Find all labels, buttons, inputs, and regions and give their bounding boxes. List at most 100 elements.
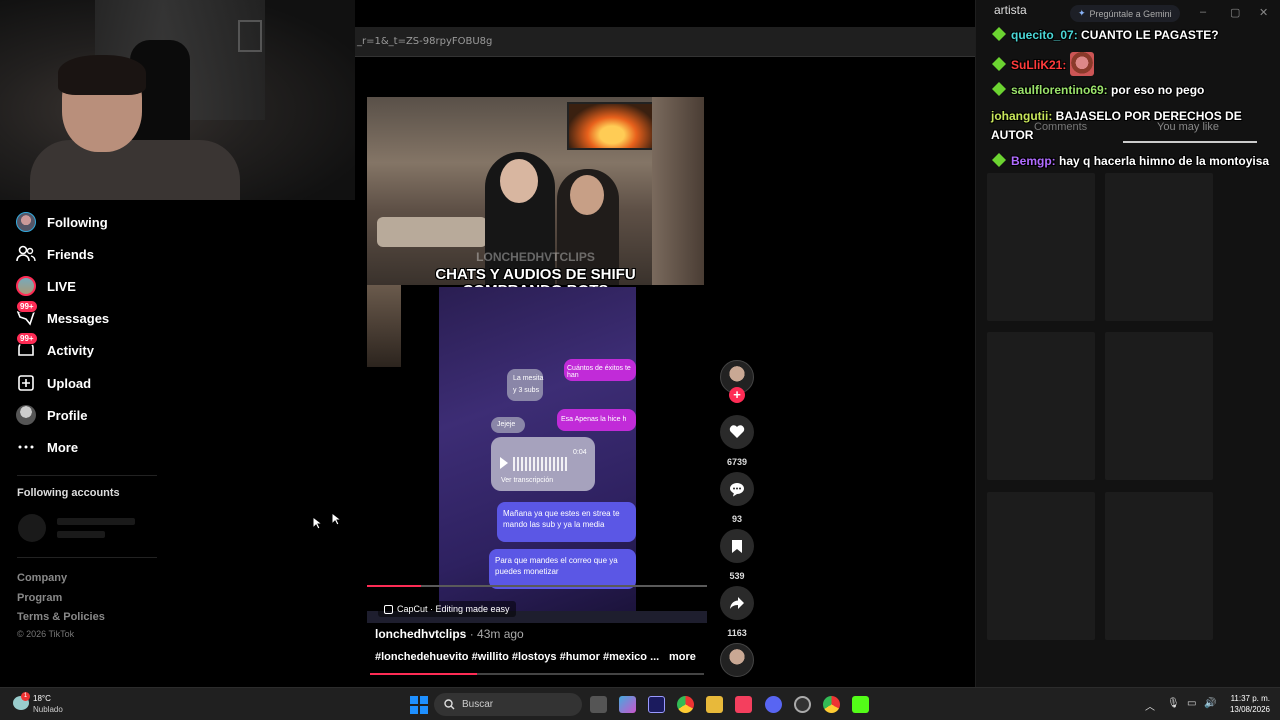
chat-username: SuLliK21: xyxy=(1011,58,1067,72)
audio-message: 0:04 Ver transcripción xyxy=(491,437,595,491)
gemini-button[interactable]: ✦ Pregúntale a Gemini xyxy=(1070,5,1180,22)
footer-link-program[interactable]: Program xyxy=(17,592,62,604)
heart-icon[interactable] xyxy=(720,415,754,449)
steam-icon[interactable] xyxy=(794,696,811,713)
feed-scrub-bar[interactable] xyxy=(370,673,704,675)
gem-badge-icon xyxy=(992,27,1006,41)
chat-username: quecito_07: xyxy=(1011,28,1078,42)
chat-username: Bemgp: xyxy=(1011,154,1056,168)
live-icon xyxy=(14,274,38,298)
file-explorer-icon[interactable] xyxy=(706,696,723,713)
weather-widget[interactable]: 1 18°C Nublado xyxy=(11,692,91,718)
chat-text: por eso no pego xyxy=(1111,83,1205,97)
comment-icon[interactable] xyxy=(720,472,754,506)
next-creator-avatar[interactable] xyxy=(720,643,754,677)
video-player[interactable]: LONCHEDHVTCLIPS CHATS Y AUDIOS DE SHIFU … xyxy=(367,97,707,623)
weather-condition: Nublado xyxy=(33,705,63,714)
sidebar-item-activity[interactable]: 99+ Activity xyxy=(14,332,94,364)
video-progress-bar[interactable] xyxy=(367,585,707,587)
chat-message: johangutii: BAJASELO POR DERECHOS DE AUT… xyxy=(991,107,1251,145)
save-action[interactable]: 539 xyxy=(720,529,754,581)
video-author[interactable]: lonchedhvtclips · 43m ago xyxy=(375,627,524,641)
microphone-icon[interactable]: 🎙 xyxy=(1167,698,1180,709)
address-bar-url: _r=1&_t=ZS-98rpyFOBU8g xyxy=(357,36,493,47)
sidebar-item-label: Following xyxy=(47,214,108,230)
like-action[interactable]: 6739 xyxy=(720,415,754,467)
suggestion-tile[interactable] xyxy=(1105,173,1213,321)
task-view-icon[interactable] xyxy=(590,696,607,713)
sidebar-item-upload[interactable]: Upload xyxy=(14,369,91,397)
sidebar-item-more[interactable]: More xyxy=(14,433,78,461)
copyright: © 2026 TikTok xyxy=(17,629,75,639)
chat-bubble-text: Cuántos de éxitos te han xyxy=(567,365,631,379)
play-icon xyxy=(500,457,508,469)
sidebar-item-label: Upload xyxy=(47,375,92,391)
share-icon[interactable] xyxy=(720,586,754,620)
gem-badge-icon xyxy=(992,82,1006,96)
windows-start-icon[interactable] xyxy=(410,696,428,714)
follow-plus-button[interactable]: + xyxy=(729,387,745,403)
comment-count: 93 xyxy=(731,514,742,524)
activity-icon: 99+ xyxy=(14,332,38,362)
sidebar-item-following[interactable]: Following xyxy=(14,208,108,236)
footer-link-company[interactable]: Company xyxy=(17,572,67,584)
sidebar-item-messages[interactable]: 99+ Messages xyxy=(14,300,110,332)
weather-badge: 1 xyxy=(21,692,30,701)
comment-action[interactable]: 93 xyxy=(720,472,754,524)
taskbar-search[interactable]: Buscar xyxy=(434,693,582,716)
sidebar-item-live[interactable]: LIVE xyxy=(14,272,76,300)
address-bar[interactable]: _r=1&_t=ZS-98rpyFOBU8g xyxy=(355,27,985,57)
chat-bubble-text: La mesita xyxy=(513,375,544,382)
bookmark-icon[interactable] xyxy=(720,529,754,563)
messages-badge: 99+ xyxy=(16,300,38,313)
copilot-icon[interactable] xyxy=(619,696,636,713)
share-count: 1163 xyxy=(727,628,747,638)
mouse-cursor-icon xyxy=(331,512,341,526)
video-progress-fill xyxy=(367,585,422,587)
close-icon[interactable]: ✕ xyxy=(1259,6,1268,19)
music-icon[interactable] xyxy=(735,696,752,713)
network-icon[interactable]: ▭ xyxy=(1187,698,1196,709)
gemini-label: Pregúntale a Gemini xyxy=(1089,8,1172,19)
suggestion-tile[interactable] xyxy=(987,173,1095,321)
audio-duration: 0:04 xyxy=(573,449,587,456)
account-skeleton-line xyxy=(57,518,135,525)
minimize-icon[interactable]: – xyxy=(1200,6,1206,18)
sidebar-item-profile[interactable]: Profile xyxy=(14,401,87,429)
chat-bubble-text: y 3 subs xyxy=(513,387,540,394)
activity-badge: 99+ xyxy=(16,332,38,345)
following-avatar-icon xyxy=(14,210,38,234)
premiere-icon[interactable] xyxy=(648,696,665,713)
webcam-overlay xyxy=(0,0,355,200)
sidebar-item-label: More xyxy=(47,439,79,455)
maximize-icon[interactable]: ▢ xyxy=(1230,6,1240,19)
footer-link-terms[interactable]: Terms & Policies xyxy=(17,611,105,623)
capcut-badge[interactable]: CapCut · Editing made easy xyxy=(378,601,516,617)
video-hashtags[interactable]: #lonchedehuevito #willito #lostoys #humo… xyxy=(375,651,659,663)
divider xyxy=(17,475,157,476)
video-caption-line: CHATS Y AUDIOS DE SHIFU xyxy=(435,266,636,283)
friends-icon xyxy=(14,242,38,266)
messages-icon: 99+ xyxy=(14,300,38,330)
suggestion-tile[interactable] xyxy=(1105,332,1213,480)
more-button[interactable]: more xyxy=(669,651,696,663)
chrome-active-icon[interactable] xyxy=(823,696,840,713)
suggestion-tile[interactable] xyxy=(987,492,1095,640)
suggestion-tile[interactable] xyxy=(1105,492,1213,640)
save-count: 539 xyxy=(729,571,745,581)
sidebar-item-friends[interactable]: Friends xyxy=(14,240,94,268)
share-action[interactable]: 1163 xyxy=(720,586,754,638)
chat-bubble xyxy=(507,369,543,401)
kick-icon[interactable] xyxy=(852,696,869,713)
suggestion-tile[interactable] xyxy=(987,332,1095,480)
search-icon xyxy=(444,699,455,710)
chrome-icon[interactable] xyxy=(677,696,694,713)
author-name: lonchedhvtclips xyxy=(375,627,467,641)
chat-text: hay q hacerla himno de la montoyisa xyxy=(1059,154,1270,168)
volume-icon[interactable]: 🔊 xyxy=(1204,698,1216,709)
sidebar-item-label: Messages xyxy=(47,310,110,326)
discord-icon[interactable] xyxy=(765,696,782,713)
taskbar-clock[interactable]: 11:37 p. m. 13/08/2026 xyxy=(1222,693,1270,715)
fireplace xyxy=(567,102,657,150)
chevron-up-icon[interactable]: ︿ xyxy=(1145,698,1155,713)
